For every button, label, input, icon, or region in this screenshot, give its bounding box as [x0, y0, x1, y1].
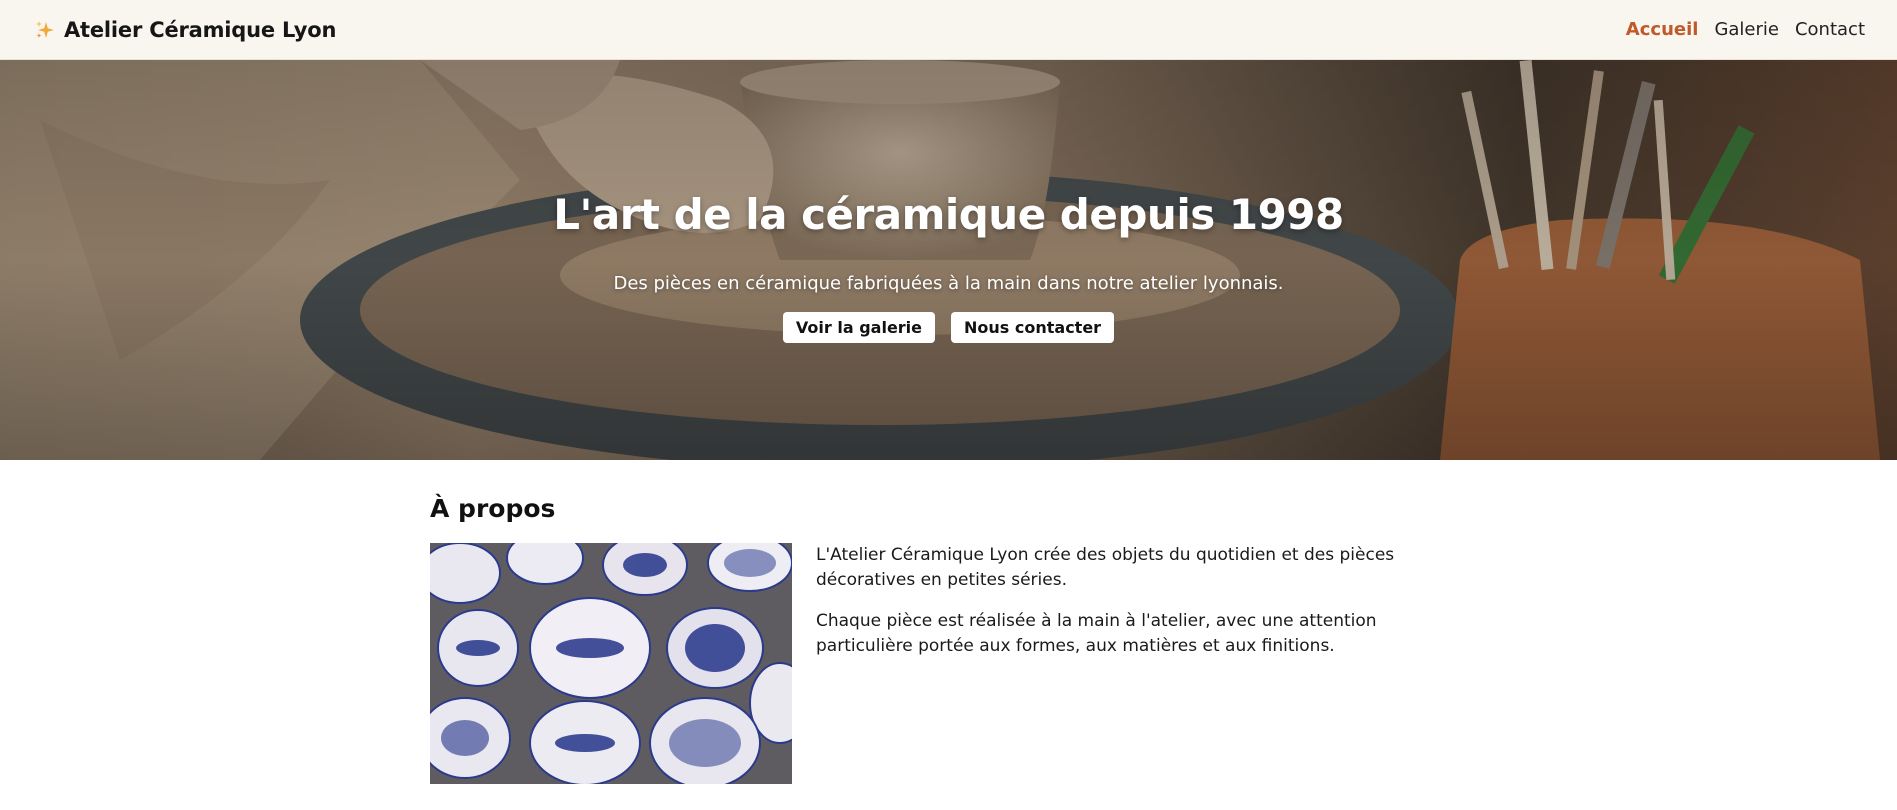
about-text: L'Atelier Céramique Lyon crée des objets…	[816, 543, 1456, 675]
hero-section: L'art de la céramique depuis 1998 Des pi…	[0, 60, 1897, 460]
nav-link-contact[interactable]: Contact	[1795, 19, 1865, 40]
hero-content: L'art de la céramique depuis 1998 Des pi…	[0, 60, 1897, 460]
brand-name: Atelier Céramique Lyon	[64, 17, 337, 42]
view-gallery-button[interactable]: Voir la galerie	[782, 312, 936, 343]
contact-us-button[interactable]: Nous contacter	[951, 312, 1115, 343]
navbar: Atelier Céramique Lyon Accueil Galerie C…	[0, 0, 1897, 60]
nav-link-galerie[interactable]: Galerie	[1714, 19, 1779, 40]
hero-subtitle: Des pièces en céramique fabriquées à la …	[613, 273, 1284, 294]
sparkles-icon	[34, 19, 56, 41]
brand-link[interactable]: Atelier Céramique Lyon	[34, 18, 336, 42]
about-paragraph: Chaque pièce est réalisée à la main à l'…	[816, 611, 1377, 656]
hero-title: L'art de la céramique depuis 1998	[553, 190, 1344, 239]
main-nav: Accueil Galerie Contact	[1626, 19, 1865, 40]
nav-link-accueil[interactable]: Accueil	[1626, 19, 1699, 40]
about-title: À propos	[430, 494, 556, 523]
about-image	[430, 543, 792, 784]
hero-buttons: Voir la galerie Nous contacter	[782, 312, 1115, 343]
about-section: À propos L'Atelier Céramique Lyon crée d…	[430, 460, 1470, 810]
about-paragraph: L'Atelier Céramique Lyon crée des objets…	[816, 545, 1395, 590]
